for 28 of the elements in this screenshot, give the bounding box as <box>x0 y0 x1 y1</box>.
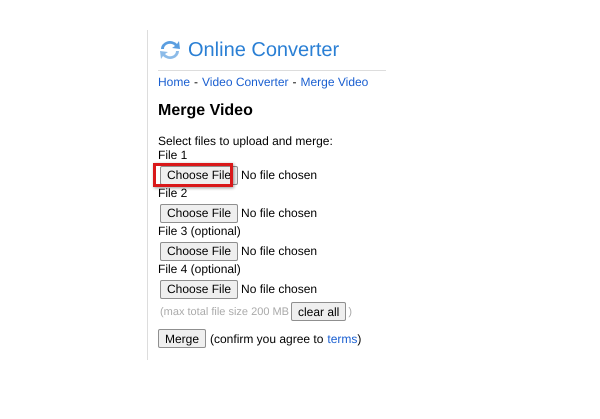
size-limit-note: (max total file size 200 MB <box>160 306 289 318</box>
breadcrumb-link[interactable]: Home <box>158 75 190 89</box>
merge-button[interactable]: Merge <box>158 329 206 348</box>
choose-file-button[interactable]: Choose File <box>160 242 238 260</box>
file-label: File 4 (optional) <box>158 262 242 276</box>
closing-parenthesis: ) <box>348 306 352 318</box>
terms-link[interactable]: terms <box>327 332 358 346</box>
closing-parenthesis: ) <box>357 332 362 346</box>
confirm-note: (confirm you agree to <box>210 332 324 346</box>
clear-all-button[interactable]: clear all <box>291 302 346 321</box>
file-label: File 3 (optional) <box>158 224 242 238</box>
file-status: No file chosen <box>241 282 318 296</box>
file-label: File 2 <box>158 186 188 200</box>
file-status: No file chosen <box>241 244 318 258</box>
choose-file-button[interactable]: Choose File <box>160 204 238 222</box>
file-status: No file chosen <box>241 206 318 220</box>
file-label: File 1 <box>158 148 188 162</box>
breadcrumb-separator: - <box>194 75 198 89</box>
page-heading: Merge Video <box>158 102 254 120</box>
choose-file-button[interactable]: Choose File <box>160 166 238 184</box>
refresh-arrows-icon <box>158 39 182 61</box>
breadcrumb-link[interactable]: Video Converter <box>202 75 289 89</box>
file-status: No file chosen <box>241 168 318 182</box>
choose-file-button[interactable]: Choose File <box>160 280 238 298</box>
breadcrumb-link[interactable]: Merge Video <box>300 75 368 89</box>
instructions-text: Select files to upload and merge: <box>158 134 334 148</box>
breadcrumb-separator: - <box>292 75 297 89</box>
site-title[interactable]: Online Converter <box>188 38 340 62</box>
